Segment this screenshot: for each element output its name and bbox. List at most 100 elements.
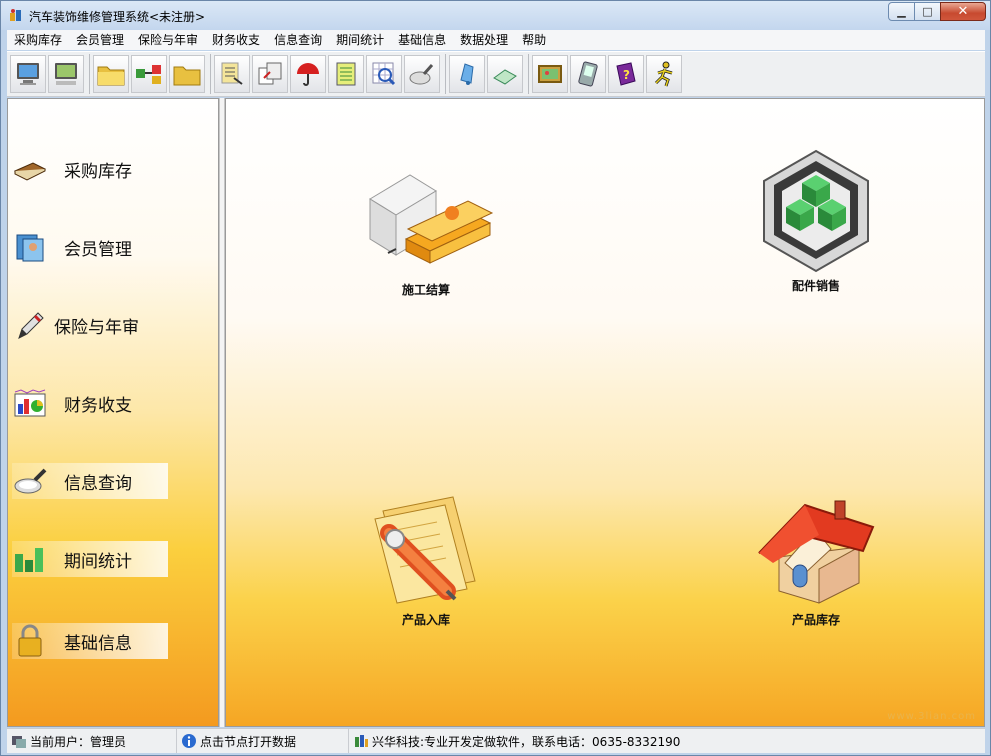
toolbar-report-button[interactable]: [214, 55, 250, 93]
notebook-icon: [336, 62, 356, 86]
menu-member[interactable]: 会员管理: [69, 30, 131, 50]
info-icon: [182, 734, 196, 748]
tile-product-stock[interactable]: 产品库存: [736, 491, 896, 628]
running-man-icon: [654, 61, 673, 87]
status-company-text: 兴华科技:专业开发定做软件，联系电话：0635-8332190: [372, 734, 681, 749]
toolbar-open-folder-button[interactable]: [93, 55, 129, 93]
title-bar: 汽车装饰维修管理系统<未注册> ▁ □ ✕: [1, 1, 990, 30]
close-button[interactable]: ✕: [940, 2, 986, 21]
menu-bar: 采购库存 会员管理 保险与年审 财务收支 信息查询 期间统计 基础信息 数据处理…: [7, 30, 985, 50]
sidebar-item-label: 采购库存: [64, 161, 132, 182]
search-icon: [409, 64, 434, 85]
zoom-icon: [372, 62, 396, 86]
transfer-icon: [258, 62, 282, 85]
sidebar-item-label: 基础信息: [64, 633, 132, 654]
menu-statistics[interactable]: 期间统计: [329, 30, 391, 50]
monitor-icon: [17, 63, 39, 85]
sidebar-item-insurance[interactable]: 保险与年审: [12, 307, 168, 343]
computer-icon: [55, 63, 77, 85]
sidebar-item-label: 信息查询: [64, 473, 132, 494]
toolbar: ?: [7, 51, 985, 97]
maximize-icon: □: [922, 5, 933, 18]
network-icon: [136, 65, 161, 84]
company-icon: [355, 735, 368, 747]
menu-finance[interactable]: 财务收支: [205, 30, 267, 50]
toolbar-picture-button[interactable]: [532, 55, 568, 93]
sidebar-item-basic-info[interactable]: 基础信息: [12, 623, 168, 659]
minimize-icon: ▁: [897, 5, 906, 18]
tile-construction-settlement[interactable]: 施工结算: [346, 169, 506, 298]
toolbar-exit-button[interactable]: [646, 55, 682, 93]
finance-chart-icon: [14, 389, 46, 417]
folder-icon: [173, 66, 201, 86]
sidebar-item-query[interactable]: 信息查询: [12, 463, 168, 499]
book-icon: [13, 162, 47, 181]
status-user: 当前用户：管理员: [7, 729, 177, 753]
toolbar-pda-button[interactable]: [570, 55, 606, 93]
status-hint-text: 点击节点打开数据: [200, 734, 297, 749]
svg-text:?: ?: [623, 68, 630, 82]
sidebar: 采购库存 会员管理 保险与年审 财务收支 信息查询 期间统计 基础信息: [7, 98, 219, 727]
app-icon: [10, 9, 21, 21]
cubes-icon: [763, 149, 869, 273]
toolbar-folder-button[interactable]: [169, 55, 205, 93]
toolbar-search-button[interactable]: [404, 55, 440, 93]
pen-icon: [18, 312, 44, 339]
tile-parts-sales[interactable]: 配件销售: [736, 147, 896, 294]
umbrella-icon: [297, 63, 319, 86]
house-icon: [758, 500, 875, 604]
sidebar-item-label: 财务收支: [64, 395, 132, 416]
folder-icon: [97, 66, 125, 86]
menu-query[interactable]: 信息查询: [267, 30, 329, 50]
toolbar-zoom-button[interactable]: [366, 55, 402, 93]
menu-help[interactable]: 帮助: [515, 30, 553, 50]
tile-label: 施工结算: [401, 283, 450, 297]
toolbar-bell-button[interactable]: [449, 55, 485, 93]
document-pen-icon: [374, 496, 476, 604]
menu-insurance[interactable]: 保险与年审: [131, 30, 205, 50]
toolbar-umbrella-button[interactable]: [290, 55, 326, 93]
toolbar-computer-button[interactable]: [48, 55, 84, 93]
toolbar-monitor-button[interactable]: [10, 55, 46, 93]
watermark: www.3lian.com: [887, 711, 976, 722]
bell-icon: [460, 63, 474, 85]
toolbar-help-button[interactable]: ?: [608, 55, 644, 93]
member-card-icon: [16, 234, 44, 262]
tile-label: 产品库存: [791, 613, 840, 627]
toolbar-share-button[interactable]: [131, 55, 167, 93]
menu-purchase-stock[interactable]: 采购库存: [7, 30, 69, 50]
menu-basic-info[interactable]: 基础信息: [391, 30, 453, 50]
close-icon: ✕: [957, 4, 969, 19]
status-company: 兴华科技:专业开发定做软件，联系电话：0635-8332190: [349, 729, 680, 753]
main-panel: 施工结算 配件销售 产品入库 产品库存 www.3lian.com: [225, 98, 985, 727]
tile-label: 配件销售: [791, 279, 840, 293]
open-book-icon: [493, 69, 517, 85]
sidebar-item-statistics[interactable]: 期间统计: [12, 541, 168, 577]
app-window: 汽车装饰维修管理系统<未注册> ▁ □ ✕ 采购库存 会员管理 保险与年审 财务…: [0, 0, 991, 756]
user-icon: [12, 736, 26, 748]
status-bar: 当前用户：管理员 点击节点打开数据 兴华科技:专业开发定做软件，联系电话：063…: [7, 728, 985, 753]
toolbar-notebook-button[interactable]: [328, 55, 364, 93]
picture-icon: [538, 65, 562, 83]
minimize-button[interactable]: ▁: [888, 2, 915, 21]
help-book-icon: ?: [616, 62, 636, 86]
sidebar-item-purchase-stock[interactable]: 采购库存: [12, 151, 168, 187]
maximize-button[interactable]: □: [914, 2, 941, 21]
bar-chart-icon: [15, 548, 43, 572]
lock-icon: [18, 624, 42, 657]
status-hint: 点击节点打开数据: [177, 729, 349, 753]
pda-icon: [578, 61, 598, 87]
menu-data[interactable]: 数据处理: [453, 30, 515, 50]
sidebar-item-member[interactable]: 会员管理: [12, 229, 168, 265]
tile-product-inbound[interactable]: 产品入库: [346, 491, 506, 628]
status-user-text: 当前用户：管理员: [30, 734, 127, 749]
toolbar-book-open-button[interactable]: [487, 55, 523, 93]
sidebar-item-label: 保险与年审: [54, 317, 139, 338]
sidebar-item-label: 会员管理: [64, 239, 132, 260]
tile-label: 产品入库: [401, 613, 450, 627]
window-title: 汽车装饰维修管理系统<未注册>: [29, 10, 206, 24]
money-icon: [369, 174, 494, 264]
toolbar-transfer-button[interactable]: [252, 55, 288, 93]
sidebar-item-label: 期间统计: [64, 551, 132, 572]
sidebar-item-finance[interactable]: 财务收支: [12, 385, 168, 421]
